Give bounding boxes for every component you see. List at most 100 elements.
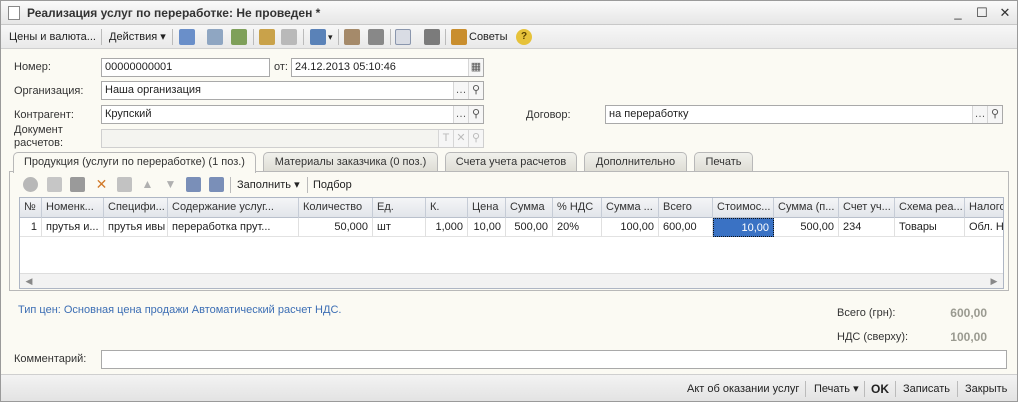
table-cell[interactable]: переработка прут... bbox=[168, 218, 299, 237]
column-header[interactable]: % НДС bbox=[553, 198, 602, 218]
search-icon[interactable]: ⚲ bbox=[468, 130, 483, 147]
list-settings-icon[interactable] bbox=[424, 29, 440, 45]
column-header[interactable]: Цена bbox=[468, 198, 506, 218]
calendar-icon[interactable]: ▦ bbox=[468, 59, 483, 76]
table-cell[interactable]: 20% bbox=[553, 218, 602, 237]
tab-print[interactable]: Печать bbox=[694, 152, 753, 172]
add-row-icon[interactable] bbox=[23, 177, 38, 192]
table-cell[interactable]: 10,00 bbox=[468, 218, 506, 237]
tab-customer-materials[interactable]: Материалы заказчика (0 поз.) bbox=[263, 152, 438, 172]
table-cell[interactable]: 1,000 bbox=[426, 218, 468, 237]
tree-view-icon[interactable] bbox=[395, 29, 411, 45]
sort-ascending-icon[interactable] bbox=[186, 177, 201, 192]
settlement-document-label-line1: Документ bbox=[14, 124, 63, 136]
help-icon[interactable]: ? bbox=[516, 29, 532, 45]
window-title: Реализация услуг по переработке: Не пров… bbox=[27, 6, 321, 20]
search-icon[interactable]: ⚲ bbox=[987, 106, 1002, 123]
column-header[interactable]: Специфи... bbox=[104, 198, 168, 218]
refresh-icon[interactable] bbox=[231, 29, 247, 45]
table-cell-selected[interactable]: 10,00 bbox=[713, 218, 774, 237]
tab-products[interactable]: Продукция (услуги по переработке) (1 поз… bbox=[13, 152, 256, 173]
table-cell[interactable]: 500,00 bbox=[506, 218, 553, 237]
document-structure-icon[interactable] bbox=[368, 29, 384, 45]
maximize-button[interactable]: ☐ bbox=[973, 4, 991, 21]
copy-document-icon[interactable] bbox=[207, 29, 223, 45]
contractor-field[interactable]: Крупский … ⚲ bbox=[101, 105, 484, 124]
contract-field[interactable]: на переработку … ⚲ bbox=[605, 105, 1003, 124]
clear-icon[interactable]: ✕ bbox=[453, 130, 468, 147]
search-icon[interactable]: ⚲ bbox=[468, 82, 483, 99]
table-cell[interactable]: 234 bbox=[839, 218, 895, 237]
table-cell[interactable]: 1 bbox=[20, 218, 42, 237]
number-field[interactable]: 00000000001 bbox=[101, 58, 270, 77]
column-header[interactable]: Номенк... bbox=[42, 198, 104, 218]
scroll-right-icon[interactable]: ▶ bbox=[987, 275, 1001, 287]
price-type-link[interactable]: Тип цен: Основная цена продажи Автоматич… bbox=[18, 304, 341, 316]
tab-settlement-accounts[interactable]: Счета учета расчетов bbox=[445, 152, 577, 172]
close-button[interactable]: Закрыть bbox=[965, 380, 1007, 398]
end-edit-icon[interactable] bbox=[117, 177, 132, 192]
go-to-dropdown-icon[interactable]: ▾ bbox=[325, 28, 336, 46]
minimize-button[interactable]: _ bbox=[949, 4, 967, 21]
copy-row-icon[interactable] bbox=[47, 177, 62, 192]
column-header[interactable]: Всего bbox=[659, 198, 713, 218]
date-field[interactable]: 24.12.2013 05:10:46 ▦ bbox=[291, 58, 484, 77]
move-up-icon[interactable]: ▲ bbox=[140, 177, 155, 192]
text-type-icon[interactable]: T bbox=[438, 130, 453, 147]
prices-currency-button[interactable]: Цены и валюта... bbox=[6, 28, 99, 46]
organization-field[interactable]: Наша организация … ⚲ bbox=[101, 81, 484, 100]
sort-descending-icon[interactable] bbox=[209, 177, 224, 192]
select-items-button[interactable]: Подбор bbox=[310, 176, 355, 194]
column-header[interactable]: Стоимос... bbox=[713, 198, 774, 218]
save-button[interactable]: Записать bbox=[903, 380, 950, 398]
new-document-icon[interactable] bbox=[179, 29, 195, 45]
column-header[interactable]: Сумма bbox=[506, 198, 553, 218]
advice-button[interactable]: Советы bbox=[466, 28, 510, 46]
post-document-icon[interactable] bbox=[259, 29, 275, 45]
print-menu-button[interactable]: Печать ▾ bbox=[814, 380, 859, 398]
scroll-left-icon[interactable]: ◀ bbox=[22, 275, 36, 287]
table-cell[interactable]: 600,00 bbox=[659, 218, 713, 237]
table-cell[interactable]: Товары bbox=[895, 218, 965, 237]
settlement-document-field[interactable]: T ✕ ⚲ bbox=[101, 129, 484, 148]
transactions-icon[interactable] bbox=[344, 29, 360, 45]
products-table[interactable]: № Номенк... Специфи... Содержание услуг.… bbox=[19, 197, 1004, 289]
table-cell[interactable]: 50,000 bbox=[299, 218, 373, 237]
fill-menu-button[interactable]: Заполнить ▾ bbox=[234, 176, 303, 194]
column-header[interactable]: № bbox=[20, 198, 42, 218]
column-header[interactable]: Сумма ... bbox=[602, 198, 659, 218]
ellipsis-icon[interactable]: … bbox=[453, 106, 468, 123]
tab-additional[interactable]: Дополнительно bbox=[584, 152, 687, 172]
search-icon[interactable]: ⚲ bbox=[468, 106, 483, 123]
table-cell[interactable]: прутья ивы bbox=[104, 218, 168, 237]
go-to-icon[interactable] bbox=[310, 29, 326, 45]
number-label: Номер: bbox=[14, 61, 51, 73]
column-header[interactable]: К. bbox=[426, 198, 468, 218]
edit-row-icon[interactable] bbox=[70, 177, 85, 192]
service-act-button[interactable]: Акт об оказании услуг bbox=[687, 380, 799, 398]
actions-menu-button[interactable]: Действия ▾ bbox=[106, 28, 169, 46]
column-header[interactable]: Налогов bbox=[965, 198, 1003, 218]
comment-field[interactable] bbox=[101, 350, 1007, 369]
column-header[interactable]: Количество bbox=[299, 198, 373, 218]
unpost-document-icon[interactable] bbox=[281, 29, 297, 45]
close-window-button[interactable]: ✕ bbox=[996, 4, 1014, 21]
delete-row-icon[interactable]: ✕ bbox=[94, 177, 109, 192]
column-header[interactable]: Счет уч... bbox=[839, 198, 895, 218]
table-row[interactable]: 1 прутья и... прутья ивы переработка пру… bbox=[20, 218, 1003, 237]
ok-button[interactable]: OK bbox=[871, 380, 889, 398]
column-header[interactable]: Схема реа... bbox=[895, 198, 965, 218]
advice-icon[interactable] bbox=[451, 29, 467, 45]
ellipsis-icon[interactable]: … bbox=[453, 82, 468, 99]
table-cell[interactable]: 500,00 bbox=[774, 218, 839, 237]
horizontal-scrollbar[interactable]: ◀ ▶ bbox=[20, 273, 1003, 288]
table-cell[interactable]: шт bbox=[373, 218, 426, 237]
column-header[interactable]: Ед. bbox=[373, 198, 426, 218]
column-header[interactable]: Сумма (п... bbox=[774, 198, 839, 218]
move-down-icon[interactable]: ▼ bbox=[163, 177, 178, 192]
table-cell[interactable]: Обл. НДС bbox=[965, 218, 1003, 237]
table-cell[interactable]: прутья и... bbox=[42, 218, 104, 237]
column-header[interactable]: Содержание услуг... bbox=[168, 198, 299, 218]
ellipsis-icon[interactable]: … bbox=[972, 106, 987, 123]
table-cell[interactable]: 100,00 bbox=[602, 218, 659, 237]
